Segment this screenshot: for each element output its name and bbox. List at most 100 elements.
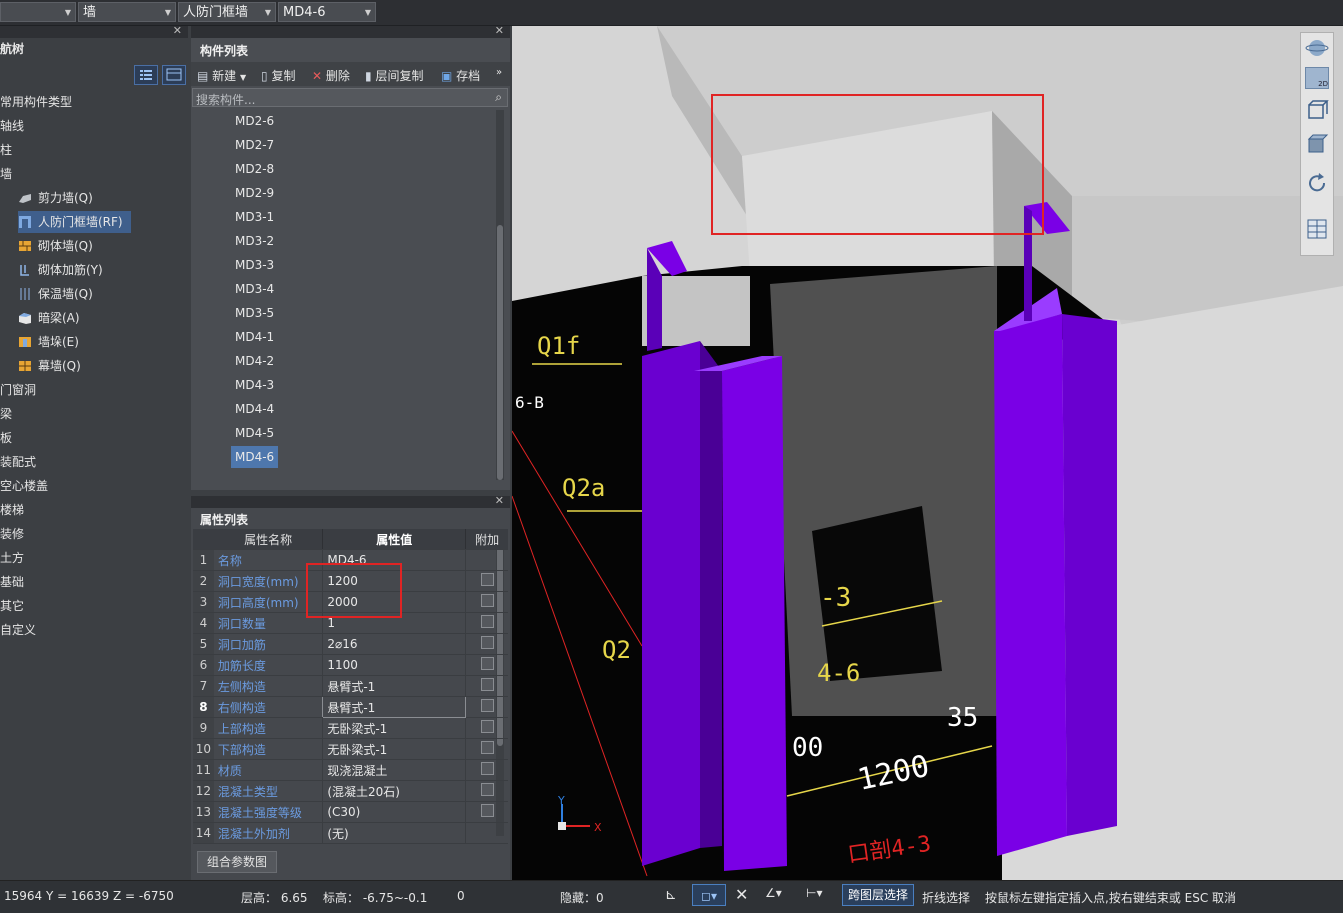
snap-button[interactable]: ◻▾ [692, 884, 726, 906]
list-item[interactable]: MD3-1 [235, 206, 274, 228]
angle-icon[interactable]: ∠▾ [765, 886, 782, 900]
tree-item-stairs[interactable]: 楼梯 [0, 499, 24, 521]
extra-checkbox[interactable] [480, 636, 494, 649]
tree-item-wall[interactable]: 墙 [0, 163, 12, 185]
tree-item-civil-defense-wall[interactable]: 人防门框墙(RF) [18, 211, 131, 233]
type-combo[interactable]: 人防门框墙 ▼ [178, 2, 276, 22]
property-list-title: 属性列表 [200, 513, 249, 527]
col-header-extra: 附加 [465, 529, 508, 550]
extra-checkbox[interactable] [480, 657, 494, 670]
grid-icon [166, 68, 182, 81]
extra-checkbox[interactable] [480, 615, 494, 628]
table-row[interactable]: 9 上部构造 无卧梁式-1 [193, 717, 508, 739]
tree-item-masonry-wall[interactable]: 砌体墙(Q) [18, 235, 93, 257]
table-row[interactable]: 5 洞口加筋 2⌀16 [193, 633, 508, 655]
extra-checkbox[interactable] [480, 720, 494, 733]
polyline-select-button[interactable]: 折线选择 [922, 889, 970, 906]
tree-item-beam[interactable]: 梁 [0, 403, 12, 425]
floor-copy-button[interactable]: ▮ 层间复制 [365, 67, 423, 84]
list-item[interactable]: MD3-5 [235, 302, 274, 324]
3d-box-icon[interactable] [1305, 99, 1329, 121]
table-row[interactable]: 6 加筋长度 1100 [193, 654, 508, 676]
list-item[interactable]: MD4-4 [235, 398, 274, 420]
tree-item-hollow-floor[interactable]: 空心楼盖 [0, 475, 48, 497]
category-combo[interactable]: 墙 ▼ [78, 2, 176, 22]
table-row[interactable]: 12 混凝土类型 (混凝土20石) [193, 780, 508, 802]
list-item[interactable]: MD4-2 [235, 350, 274, 372]
delete-button[interactable]: ✕ 删除 [312, 67, 350, 84]
extra-checkbox[interactable] [480, 699, 494, 712]
tree-item-openings[interactable]: 门窗洞 [0, 379, 36, 401]
tree-item-other[interactable]: 其它 [0, 595, 24, 617]
tree-item-custom[interactable]: 自定义 [0, 619, 36, 641]
layer-combo[interactable]: ▼ [0, 2, 76, 22]
more-icon[interactable]: » [496, 67, 502, 78]
offset-icon[interactable]: ⊢▾ [806, 886, 822, 900]
table-row[interactable]: 13 混凝土强度等级 (C30) [193, 801, 508, 823]
list-item[interactable]: MD2-8 [235, 158, 274, 180]
list-item-selected[interactable]: MD4-6 [231, 446, 279, 468]
tree-item-decoration[interactable]: 装修 [0, 523, 24, 545]
list-item[interactable]: MD3-3 [235, 254, 274, 276]
cross-layer-select-button[interactable]: 跨图层选择 [842, 884, 915, 906]
table-row[interactable]: 7 左侧构造 悬臂式-1 [193, 675, 508, 697]
list-icon [140, 70, 152, 80]
tree-item-masonry-rebar[interactable]: 砌体加筋(Y) [18, 259, 103, 281]
combined-params-button[interactable]: 组合参数图 [197, 851, 277, 873]
solid-view-icon[interactable] [1305, 133, 1329, 155]
orbit-icon[interactable] [1305, 37, 1329, 59]
layer-grid-icon[interactable] [1305, 217, 1329, 241]
scrollbar-thumb[interactable] [497, 225, 503, 480]
detail-view-button[interactable] [162, 65, 186, 85]
tree-item-common[interactable]: 常用构件类型 [0, 91, 72, 113]
ortho-icon[interactable]: ⊾ [665, 887, 677, 903]
tree-item-insulation-wall[interactable]: 保温墙(Q) [18, 283, 93, 305]
extra-checkbox[interactable] [480, 573, 494, 586]
rotate-icon[interactable] [1305, 171, 1329, 195]
tree-item-wall-pier[interactable]: 墙垛(E) [18, 331, 79, 353]
tree-item-prefab[interactable]: 装配式 [0, 451, 36, 473]
search-input[interactable]: 搜索构件... ⌕ [192, 88, 508, 107]
list-view-button[interactable] [134, 65, 158, 85]
table-row[interactable]: 11 材质 现浇混凝土 [193, 759, 508, 781]
close-icon[interactable]: ✕ [495, 494, 504, 507]
extra-checkbox[interactable] [480, 762, 494, 775]
tree-item-foundation[interactable]: 基础 [0, 571, 24, 593]
list-item[interactable]: MD4-1 [235, 326, 274, 348]
extra-checkbox[interactable] [480, 741, 494, 754]
tree-item-earthwork[interactable]: 土方 [0, 547, 24, 569]
tree-item-axis[interactable]: 轴线 [0, 115, 24, 137]
table-row-active[interactable]: 8 右侧构造 悬臂式-1 [193, 696, 508, 718]
cross-icon[interactable]: ✕ [735, 885, 748, 904]
new-button[interactable]: ▤ 新建 ▼ [197, 67, 246, 84]
extra-checkbox[interactable] [480, 804, 494, 817]
tree-item-hidden-beam[interactable]: 暗梁(A) [18, 307, 80, 329]
table-row[interactable]: 10 下部构造 无卧梁式-1 [193, 738, 508, 760]
tree-item-curtain-wall[interactable]: 幕墙(Q) [18, 355, 81, 377]
tree-item-column[interactable]: 柱 [0, 139, 12, 161]
copy-button[interactable]: ▯ 复制 [261, 67, 295, 84]
search-icon[interactable]: ⌕ [495, 90, 502, 105]
list-item[interactable]: MD4-3 [235, 374, 274, 396]
3d-viewport[interactable]: Q1f 6-B Q2a Q2 -3 4-6 00 1200 35 口剖4-3 Y… [512, 26, 1343, 880]
extra-checkbox[interactable] [480, 594, 494, 607]
list-item[interactable]: MD2-7 [235, 134, 274, 156]
extra-checkbox[interactable] [480, 678, 494, 691]
save-button[interactable]: ▣ 存档 [441, 67, 480, 84]
component-combo[interactable]: MD4-6 ▼ [278, 2, 376, 22]
list-item[interactable]: MD2-9 [235, 182, 274, 204]
list-item[interactable]: MD4-5 [235, 422, 274, 444]
list-item[interactable]: MD3-4 [235, 278, 274, 300]
extra-checkbox[interactable] [480, 783, 494, 796]
close-icon[interactable]: ✕ [495, 24, 504, 37]
3d-scene[interactable]: Q1f 6-B Q2a Q2 -3 4-6 00 1200 35 口剖4-3 Y… [512, 26, 1343, 880]
tree-item-shear-wall[interactable]: 剪力墙(Q) [18, 187, 93, 209]
2d-view-button[interactable]: 2D [1305, 67, 1329, 89]
close-icon[interactable]: ✕ [173, 24, 182, 37]
table-row[interactable]: 14 混凝土外加剂 (无) [193, 822, 508, 844]
list-scrollbar[interactable] [496, 110, 504, 480]
shear-wall-icon [18, 190, 32, 204]
list-item[interactable]: MD3-2 [235, 230, 274, 252]
list-item[interactable]: MD2-6 [235, 110, 274, 132]
tree-item-slab[interactable]: 板 [0, 427, 12, 449]
